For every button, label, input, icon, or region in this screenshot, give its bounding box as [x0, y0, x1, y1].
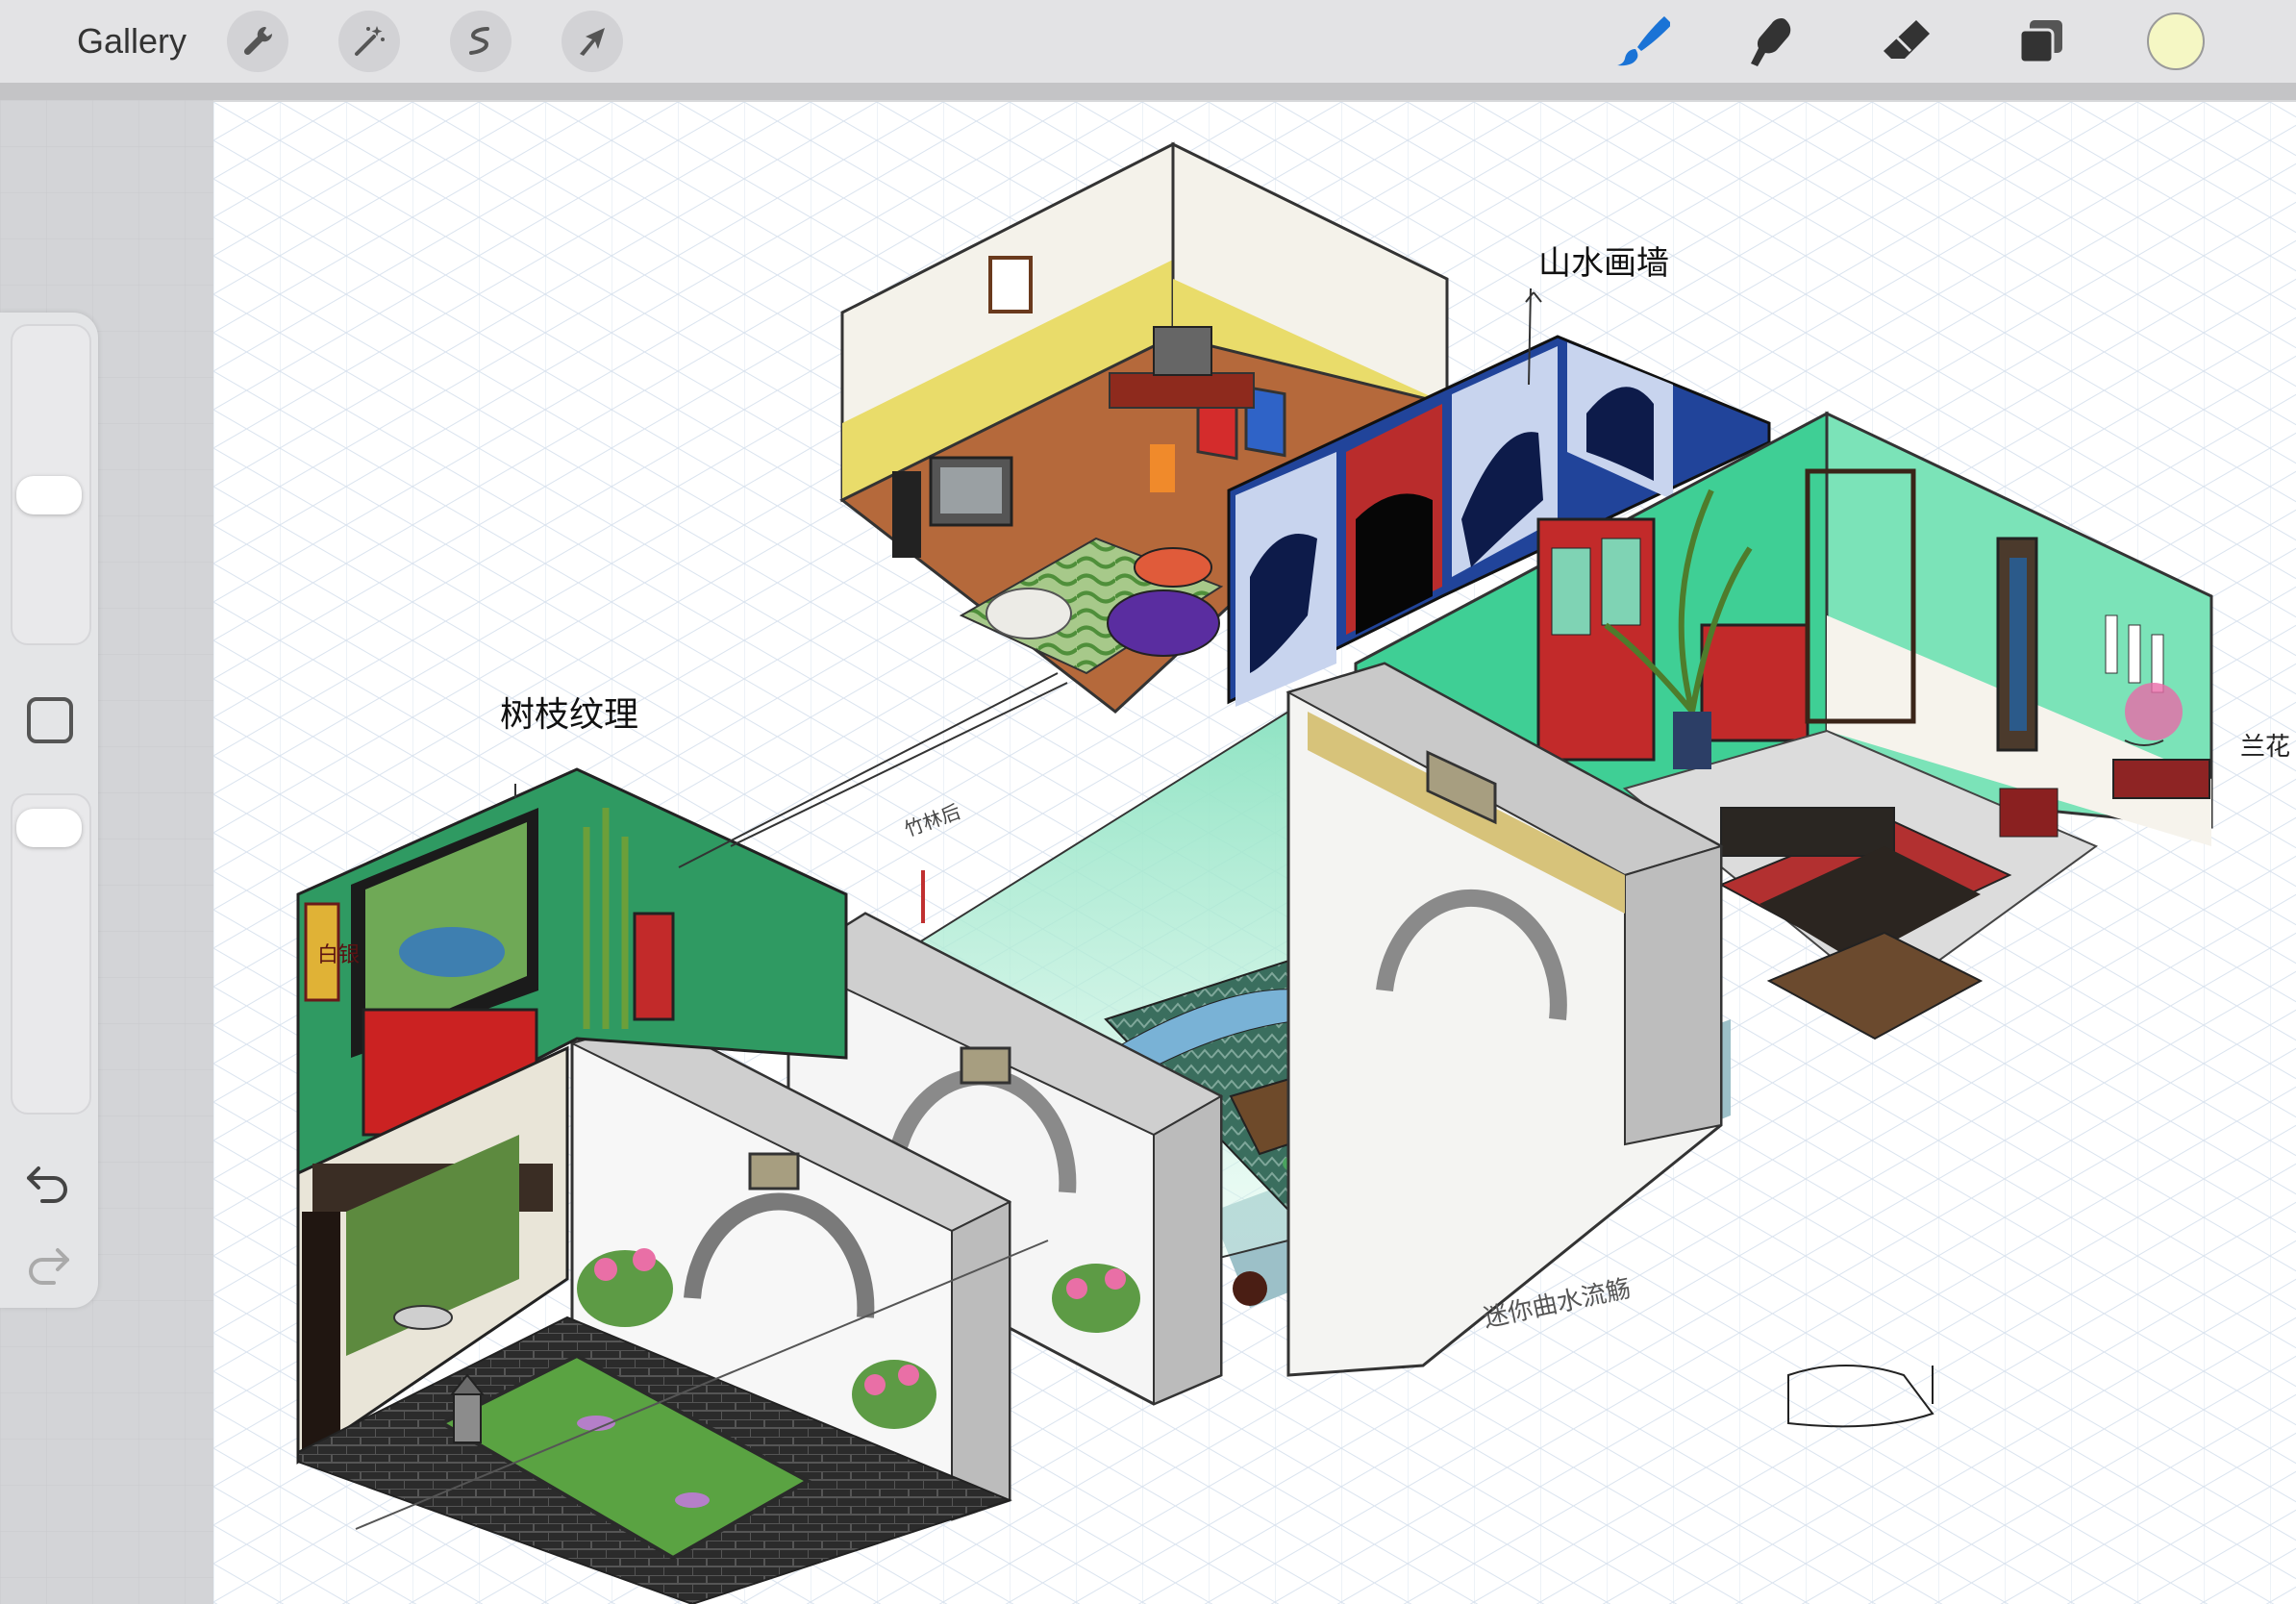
brush-icon[interactable]	[1606, 6, 1677, 77]
annotation-scroll: 白银	[317, 943, 360, 967]
toolbar-divider	[0, 83, 2296, 100]
undo-icon[interactable]	[25, 1159, 71, 1210]
annotation-calligraphy: 山水画墙	[1538, 244, 1669, 283]
left-sidebar	[0, 313, 98, 1308]
top-toolbar: Gallery	[0, 0, 2296, 83]
modify-button[interactable]	[27, 697, 73, 743]
smudge-icon[interactable]	[1736, 6, 1808, 77]
wrench-icon[interactable]	[227, 11, 288, 72]
brush-size-slider[interactable]	[11, 324, 91, 645]
redo-icon[interactable]	[25, 1241, 71, 1291]
selection-icon[interactable]	[450, 11, 512, 72]
drawing-canvas[interactable]: 树枝纹理 山水画墙 兰花 迷你曲水流觞 白银 竹林后	[213, 102, 2296, 1604]
brush-size-knob[interactable]	[16, 476, 82, 514]
magic-wand-icon[interactable]	[338, 11, 400, 72]
annotation-texture: 树枝纹理	[500, 695, 638, 735]
annotation-orchid: 兰花	[2240, 733, 2290, 762]
opacity-knob[interactable]	[16, 809, 82, 847]
isometric-illustration: 树枝纹理 山水画墙 兰花 迷你曲水流觞 白银 竹林后	[213, 102, 2296, 1604]
transform-arrow-icon[interactable]	[562, 11, 623, 72]
color-swatch[interactable]	[2140, 6, 2211, 77]
layers-icon[interactable]	[2006, 6, 2077, 77]
opacity-slider[interactable]	[11, 793, 91, 1115]
eraser-icon[interactable]	[1871, 6, 1942, 77]
gallery-button[interactable]: Gallery	[77, 19, 187, 63]
